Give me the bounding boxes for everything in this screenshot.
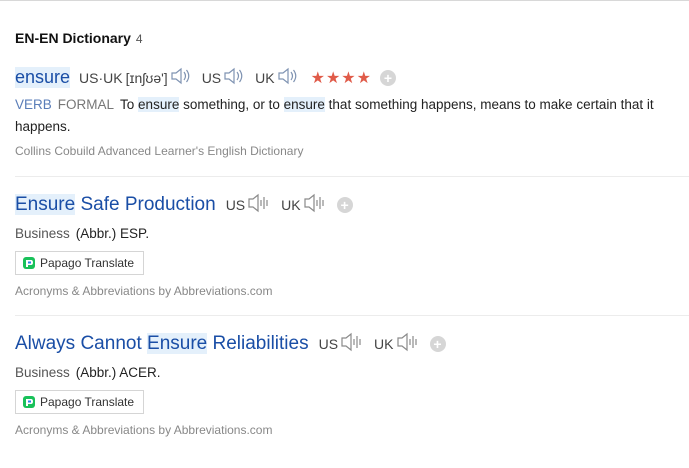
headword-rest: Safe Production xyxy=(75,193,216,215)
section-title-text: EN-EN Dictionary xyxy=(15,30,131,46)
uk-label: UK xyxy=(281,196,301,213)
dictionary-entry-always-cannot-ensure-reliabilities: Always Cannot Ensure Reliabilities US UK… xyxy=(15,332,689,437)
headword[interactable]: Always Cannot Ensure Reliabilities xyxy=(15,332,309,355)
rating-stars: ★★★★ xyxy=(310,69,372,87)
abbreviation-text: (Abbr.) ESP. xyxy=(75,226,150,241)
definition-text-2: something, or to xyxy=(179,97,284,112)
pron-uk: UK xyxy=(281,193,330,216)
papago-label: Papago Translate xyxy=(40,256,135,270)
pron-uk: UK xyxy=(255,67,302,88)
headword[interactable]: Ensure Safe Production xyxy=(15,193,216,216)
definition-text-1: To xyxy=(120,97,139,112)
us-label: US xyxy=(318,335,339,352)
definition-highlight-1: ensure xyxy=(138,97,180,112)
result-count: 4 xyxy=(135,32,143,46)
us-label: US xyxy=(225,196,246,213)
entry-headword-row: Ensure Safe Production US UK + xyxy=(15,193,689,216)
papago-translate-button[interactable]: Papago Translate xyxy=(15,251,145,275)
headword-rest: Reliabilities xyxy=(207,332,309,354)
headword-prefix: Always Cannot xyxy=(15,332,148,354)
entry-source: Acronyms & Abbreviations by Abbreviation… xyxy=(15,284,273,298)
speaker-icon[interactable] xyxy=(277,67,299,88)
speaker-icon[interactable] xyxy=(396,332,420,355)
headword-highlight: Ensure xyxy=(147,332,208,354)
add-wordbook-button[interactable]: + xyxy=(429,335,446,352)
papago-label: Papago Translate xyxy=(40,395,135,409)
section-title: EN-EN Dictionary 4 xyxy=(15,30,143,46)
entry-headword-row: ensure US·UK [ɪnʃʊə'] US UK ★★★★ + xyxy=(15,67,689,88)
speaker-icon[interactable] xyxy=(303,193,327,216)
divider xyxy=(15,315,689,316)
entry-headword-row: Always Cannot Ensure Reliabilities US UK… xyxy=(15,332,689,355)
us-label: US xyxy=(201,69,222,86)
pron-us: US xyxy=(319,332,368,355)
papago-row: Papago Translate xyxy=(15,251,689,275)
divider xyxy=(15,176,689,177)
headword-highlight: Ensure xyxy=(15,193,76,215)
phonetic-text: [ɪnʃʊə'] xyxy=(125,69,168,86)
abbreviation-text: (Abbr.) ACER. xyxy=(75,365,161,380)
uk-label: UK xyxy=(374,335,394,352)
headword[interactable]: ensure xyxy=(15,67,71,88)
part-of-speech: VERB xyxy=(15,97,52,112)
us-uk-label: US·UK xyxy=(79,69,123,86)
dictionary-entry-ensure: ensure US·UK [ɪnʃʊə'] US UK ★★★★ + VERB F… xyxy=(15,67,689,158)
category-label: Business xyxy=(15,365,70,380)
uk-label: UK xyxy=(255,69,275,86)
papago-logo-icon xyxy=(23,396,35,408)
abbreviation-row: Business (Abbr.) ESP. xyxy=(15,225,689,243)
add-wordbook-button[interactable]: + xyxy=(336,196,353,213)
papago-row: Papago Translate xyxy=(15,390,689,414)
papago-logo-icon xyxy=(23,257,35,269)
speaker-icon[interactable] xyxy=(223,67,245,88)
category-label: Business xyxy=(15,226,70,241)
add-wordbook-button[interactable]: + xyxy=(379,69,396,86)
speaker-icon[interactable] xyxy=(170,67,192,88)
entry-source: Acronyms & Abbreviations by Abbreviation… xyxy=(15,423,273,437)
abbreviation-row: Business (Abbr.) ACER. xyxy=(15,364,689,382)
dictionary-entry-ensure-safe-production: Ensure Safe Production US UK + Business (… xyxy=(15,193,689,298)
register-label: FORMAL xyxy=(57,97,115,112)
papago-translate-button[interactable]: Papago Translate xyxy=(15,390,145,414)
pron-uk: UK xyxy=(374,332,423,355)
phonetic-us-uk: US·UK [ɪnʃʊə'] xyxy=(79,67,196,88)
pron-us: US xyxy=(226,193,275,216)
speaker-icon[interactable] xyxy=(340,332,364,355)
pron-us: US xyxy=(202,67,249,88)
definition: VERB FORMAL To ensure something, or to ens… xyxy=(15,94,679,138)
definition-highlight-2: ensure xyxy=(283,97,325,112)
speaker-icon[interactable] xyxy=(247,193,271,216)
entry-source: Collins Cobuild Advanced Learner's Engli… xyxy=(15,144,304,158)
